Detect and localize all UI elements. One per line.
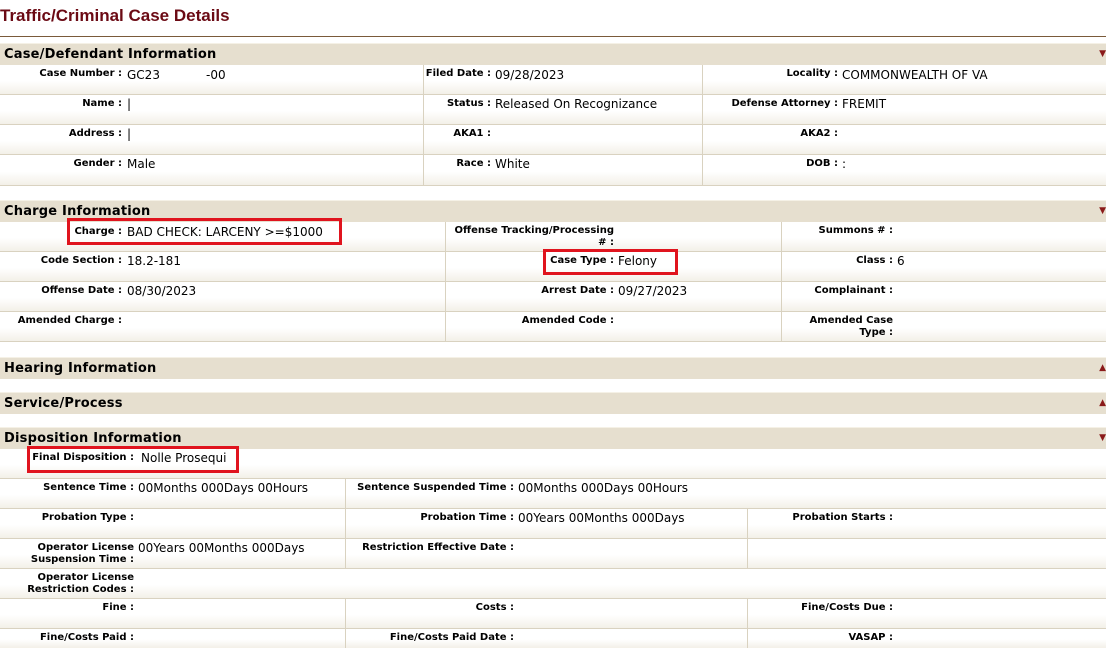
code-section-label: Code Section : — [40, 255, 122, 266]
gender-value: Male — [127, 157, 156, 171]
race-value: White — [495, 157, 530, 171]
case-row-2: Name : | Status : Released On Recognizan… — [0, 95, 1106, 125]
class-label: Class : — [856, 255, 893, 266]
fine-costs-paid-date-label: Fine/Costs Paid Date : — [389, 632, 514, 643]
disp-row-4: Operator License Suspension Time : 00Year… — [0, 539, 1106, 569]
section-case-defendant[interactable]: Case/Defendant Information ▼ — [0, 43, 1106, 65]
expand-icon[interactable]: ▲ — [1099, 398, 1106, 408]
amended-code-label: Amended Code : — [521, 315, 614, 326]
dob-label: DOB : — [806, 158, 838, 169]
case-row-4: Gender : Male Race : White DOB : : — [0, 155, 1106, 186]
race-label: Race : — [456, 158, 491, 169]
address-value: | — [127, 127, 132, 141]
arrest-date-value: 09/27/2023 — [618, 284, 688, 298]
address-label: Address : — [68, 128, 122, 139]
section-title: Service/Process — [4, 396, 123, 411]
probation-type-label: Probation Type : — [41, 512, 134, 523]
section-service-process[interactable]: Service/Process ▲ — [0, 392, 1106, 414]
filed-date-value: 09/28/2023 — [495, 68, 565, 82]
case-number-suffix: -00 — [206, 68, 226, 82]
offense-tracking-label: Offense Tracking/Processing # : — [454, 225, 614, 248]
collapse-icon[interactable]: ▼ — [1099, 433, 1106, 443]
amended-charge-label: Amended Charge : — [17, 315, 122, 326]
summons-label: Summons # : — [818, 225, 893, 236]
fine-costs-paid-label: Fine/Costs Paid : — [39, 632, 134, 643]
name-value: | — [127, 97, 132, 111]
status-label: Status : — [446, 98, 491, 109]
disp-row-7: Fine/Costs Paid : Fine/Costs Paid Date :… — [0, 629, 1106, 648]
defense-attorney-label: Defense Attorney : — [731, 98, 838, 109]
defense-attorney-value: FREMIT — [842, 97, 887, 111]
title-divider — [0, 36, 1106, 37]
class-value: 6 — [897, 254, 905, 268]
amended-case-type-label: Amended Case Type : — [809, 315, 893, 338]
dob-value: : — [842, 157, 847, 171]
locality-value: COMMONWEALTH OF VA — [842, 68, 988, 82]
section-title: Case/Defendant Information — [4, 47, 217, 62]
fine-costs-due-label: Fine/Costs Due : — [801, 602, 893, 613]
disp-row-3: Probation Type : Probation Time : 00Year… — [0, 509, 1106, 539]
gender-label: Gender : — [73, 158, 122, 169]
collapse-icon[interactable]: ▼ — [1099, 49, 1106, 59]
highlight-final-disposition-box — [27, 446, 239, 473]
arrest-date-label: Arrest Date : — [541, 285, 614, 296]
case-row-3: Address : | AKA1 : AKA2 : — [0, 125, 1106, 155]
probation-starts-label: Probation Starts : — [792, 512, 893, 523]
op-license-suspension-label: Operator License Suspension Time : — [30, 542, 134, 565]
probation-time-value: 00Years 00Months 000Days — [518, 511, 685, 525]
filed-date-label: Filed Date : — [425, 68, 491, 79]
fine-label: Fine : — [102, 602, 134, 613]
highlight-case-type-box — [543, 249, 678, 275]
aka1-label: AKA1 : — [453, 128, 491, 139]
restriction-effective-date-label: Restriction Effective Date : — [362, 542, 514, 553]
code-section-value: 18.2-181 — [127, 254, 181, 268]
offense-date-value: 08/30/2023 — [127, 284, 197, 298]
locality-label: Locality : — [786, 68, 838, 79]
highlight-charge-box — [67, 218, 342, 245]
complainant-label: Complainant : — [814, 285, 893, 296]
vasap-label: VASAP : — [848, 632, 893, 643]
sentence-suspended-time-value: 00Months 000Days 00Hours — [518, 481, 689, 495]
case-number-label: Case Number : — [39, 68, 122, 79]
probation-time-label: Probation Time : — [420, 512, 514, 523]
sentence-time-label: Sentence Time : — [43, 482, 134, 493]
status-value: Released On Recognizance — [495, 97, 658, 111]
sentence-time-value: 00Months 000Days 00Hours — [138, 481, 309, 495]
section-hearing[interactable]: Hearing Information ▲ — [0, 357, 1106, 379]
case-number-value: GC23 — [127, 68, 160, 82]
expand-icon[interactable]: ▲ — [1099, 363, 1106, 373]
sentence-suspended-time-label: Sentence Suspended Time : — [357, 482, 514, 493]
page-title: Traffic/Criminal Case Details — [0, 6, 230, 25]
offense-date-label: Offense Date : — [41, 285, 122, 296]
section-title: Hearing Information — [4, 361, 157, 376]
name-label: Name : — [82, 98, 122, 109]
section-title: Disposition Information — [4, 431, 182, 446]
collapse-icon[interactable]: ▼ — [1099, 206, 1106, 216]
charge-row-3: Offense Date : 08/30/2023 Arrest Date : … — [0, 282, 1106, 312]
disp-row-5: Operator License Restriction Codes : — [0, 569, 1106, 599]
disp-row-2: Sentence Time : 00Months 000Days 00Hours… — [0, 479, 1106, 509]
section-title: Charge Information — [4, 204, 151, 219]
aka2-label: AKA2 : — [800, 128, 838, 139]
op-license-restriction-label: Operator License Restriction Codes : — [27, 572, 134, 595]
disp-row-6: Fine : Costs : Fine/Costs Due : — [0, 599, 1106, 629]
case-row-1: Case Number : GC23 -00 Filed Date : 09/2… — [0, 65, 1106, 95]
costs-label: Costs : — [475, 602, 514, 613]
op-license-suspension-value: 00Years 00Months 000Days — [138, 541, 305, 555]
charge-row-4: Amended Charge : Amended Code : Amended … — [0, 312, 1106, 342]
